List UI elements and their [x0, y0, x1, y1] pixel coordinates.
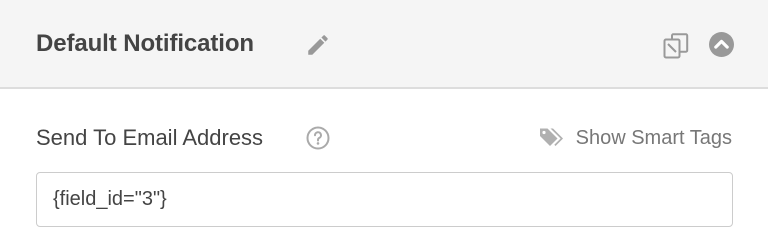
clone-icon[interactable] — [661, 31, 691, 61]
pencil-icon[interactable] — [305, 32, 331, 58]
field-label: Send To Email Address — [36, 125, 264, 150]
show-smart-tags-label: Show Smart Tags — [575, 127, 732, 149]
question-circle-icon[interactable] — [306, 126, 330, 150]
notification-panel: Default Notification Send To Email Addre… — [0, 0, 768, 248]
panel-title: Default Notification — [36, 30, 254, 57]
show-smart-tags-link[interactable]: Show Smart Tags — [539, 124, 732, 152]
tags-icon — [539, 128, 563, 146]
panel-header: Default Notification — [0, 0, 768, 89]
send-to-email-input[interactable] — [36, 172, 733, 227]
chevron-up-circle-icon[interactable] — [709, 32, 734, 57]
